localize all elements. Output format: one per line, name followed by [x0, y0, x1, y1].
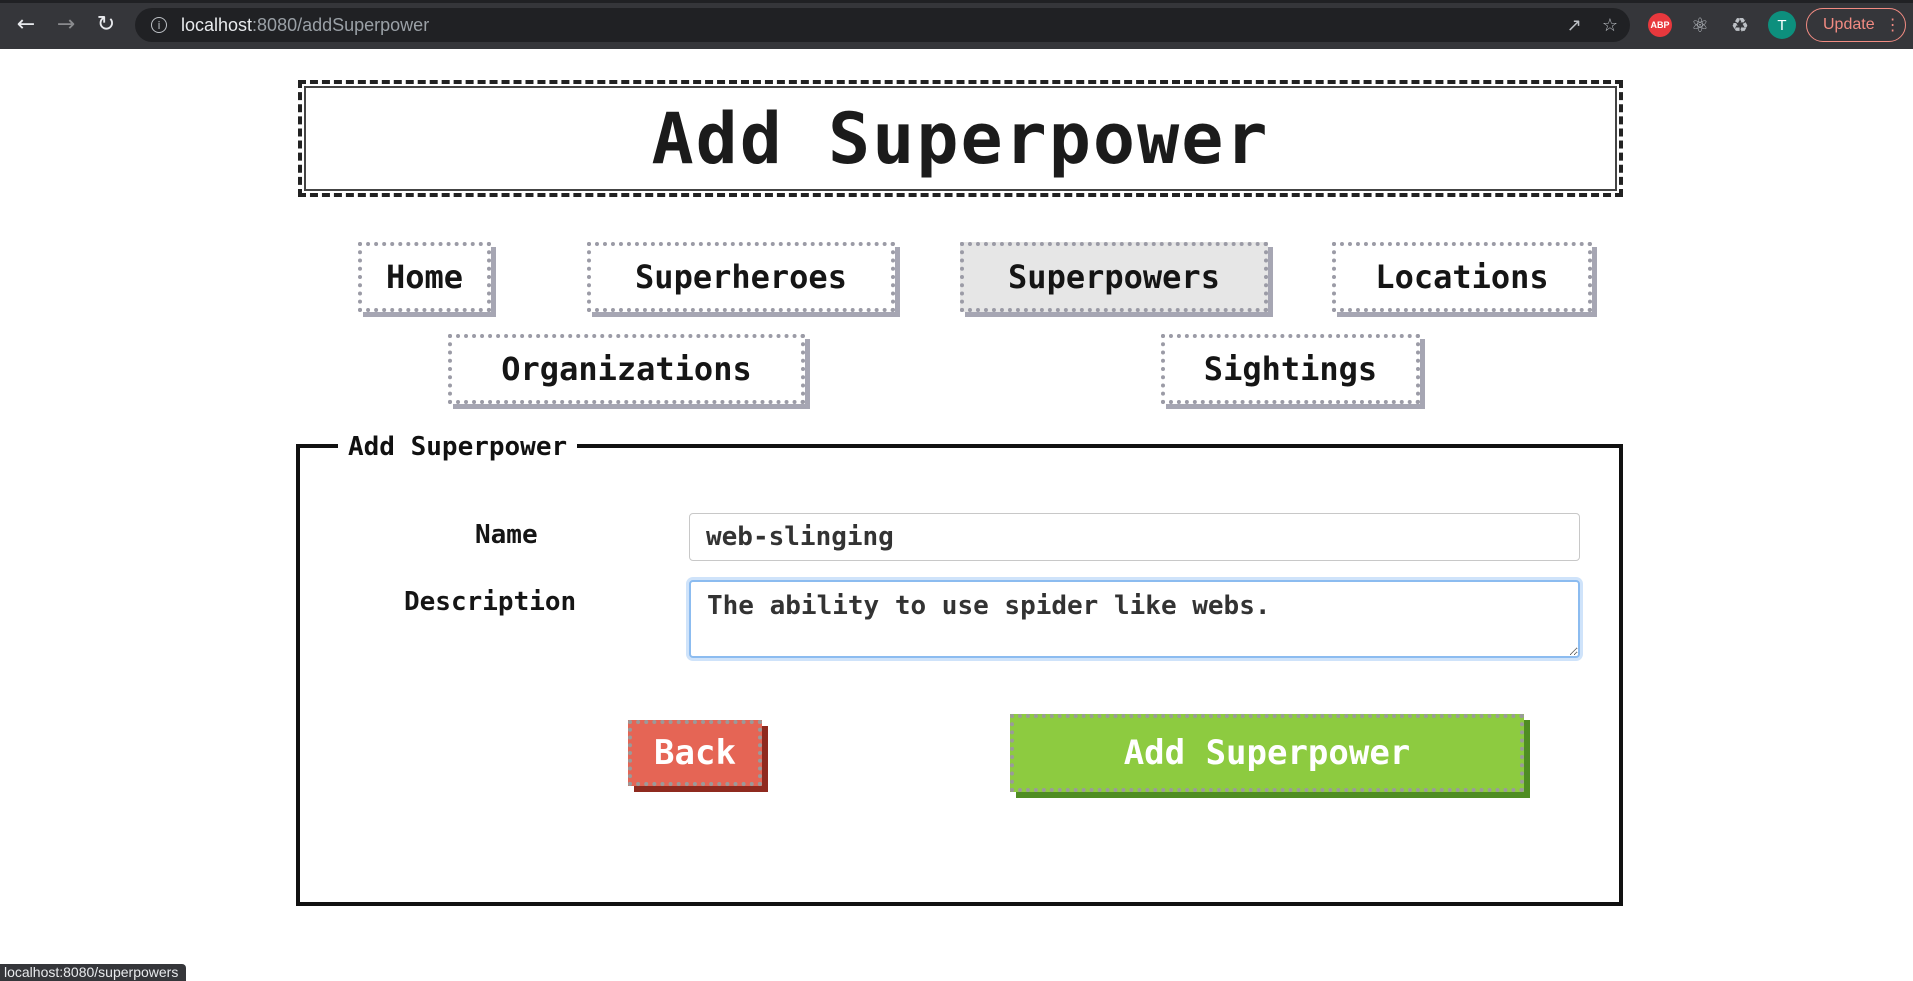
update-button[interactable]: Update ⋮ [1806, 8, 1906, 42]
back-arrow-icon[interactable]: ← [6, 5, 46, 45]
nav-superheroes-button[interactable]: Superheroes [587, 242, 895, 312]
name-input[interactable] [689, 513, 1580, 561]
description-label: Description [404, 587, 577, 617]
tab-strip [0, 0, 1913, 3]
address-bar[interactable]: i localhost:8080/addSuperpower ↗ ☆ [135, 8, 1630, 42]
star-icon[interactable]: ☆ [1602, 15, 1618, 36]
react-devtools-icon[interactable]: ⚛ [1688, 13, 1712, 37]
nav-sightings-button[interactable]: Sightings [1161, 334, 1420, 404]
form-legend: Add Superpower [338, 432, 578, 462]
nav-organizations-button[interactable]: Organizations [448, 334, 805, 404]
puzzle-icon[interactable]: ♻ [1728, 13, 1752, 37]
browser-toolbar: ← → ↻ i localhost:8080/addSuperpower ↗ ☆… [0, 0, 1913, 49]
add-superpower-button[interactable]: Add Superpower [1010, 714, 1524, 792]
link-status-bar: localhost:8080/superpowers [0, 964, 187, 981]
back-button[interactable]: Back [628, 720, 762, 786]
name-label: Name [475, 520, 538, 550]
url-path: :8080/addSuperpower [252, 14, 430, 35]
description-textarea[interactable]: The ability to use spider like webs. [689, 580, 1580, 658]
forward-arrow-icon[interactable]: → [46, 5, 86, 45]
share-icon[interactable]: ↗ [1567, 15, 1582, 36]
adblock-extension-icon[interactable]: ABP [1648, 13, 1672, 37]
page-header: Add Superpower [298, 80, 1623, 197]
profile-avatar[interactable]: T [1768, 11, 1796, 39]
update-label: Update [1823, 16, 1875, 33]
more-icon: ⋮ [1884, 17, 1901, 34]
page-title: Add Superpower [651, 97, 1270, 180]
nav-locations-button[interactable]: Locations [1332, 242, 1592, 312]
url-host: localhost [181, 14, 253, 35]
info-icon[interactable]: i [151, 17, 167, 33]
reload-icon[interactable]: ↻ [86, 5, 126, 45]
nav-superpowers-button[interactable]: Superpowers [960, 242, 1268, 312]
nav-home-button[interactable]: Home [358, 242, 491, 312]
